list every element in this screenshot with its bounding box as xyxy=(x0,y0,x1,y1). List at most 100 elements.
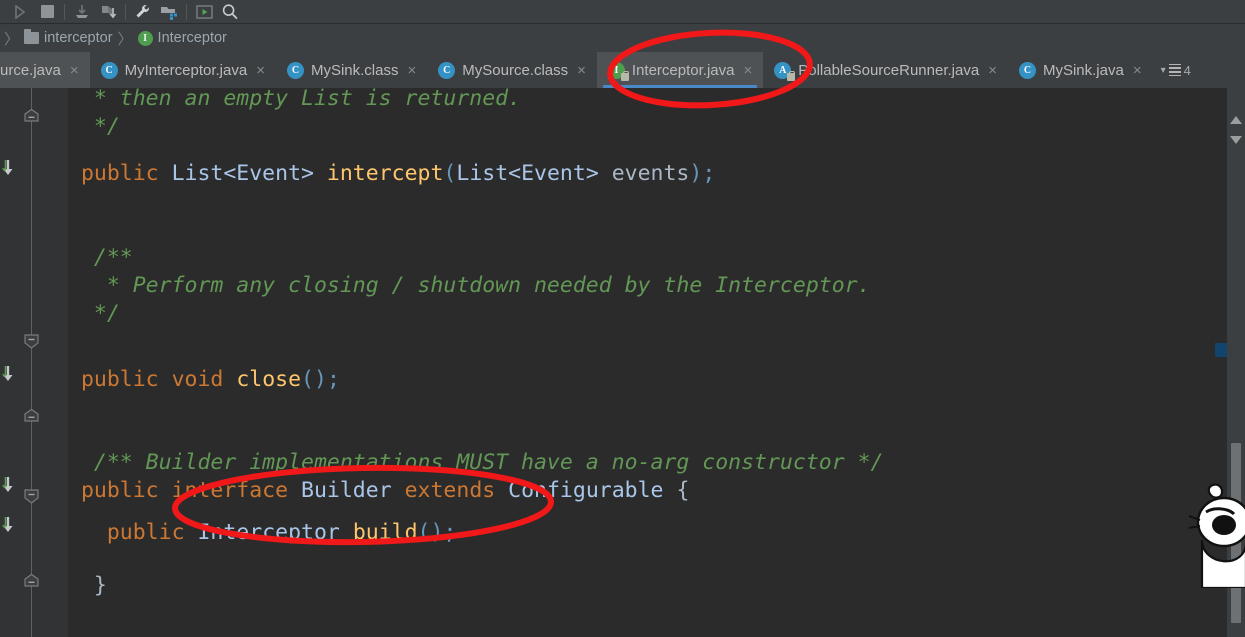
code-line: public interface Builder extends Configu… xyxy=(68,477,689,505)
stop-icon[interactable] xyxy=(34,1,60,23)
scroll-down-arrow-icon[interactable] xyxy=(1230,136,1242,144)
code-token: */ xyxy=(68,114,120,139)
tab-overflow-count: 4 xyxy=(1183,62,1191,78)
code-token: ) xyxy=(430,520,444,545)
code-token: List<Event> xyxy=(456,161,599,186)
breadcrumb-item-interceptor-type[interactable]: I Interceptor xyxy=(135,30,230,46)
tab-pollablesourcerunner-java[interactable]: A PollableSourceRunner.java × xyxy=(763,52,1008,88)
tab-close-icon[interactable]: × xyxy=(408,63,417,78)
tab-label: urce.java xyxy=(0,61,61,79)
code-token: intercept xyxy=(326,161,444,186)
fold-rail-line xyxy=(31,88,32,637)
code-token: Builder xyxy=(301,478,392,503)
breadcrumb-item-interceptor-package[interactable]: interceptor xyxy=(21,29,116,46)
code-token: ) xyxy=(689,161,703,186)
implemented-method-icon[interactable] xyxy=(0,158,18,178)
tab-mysink-class[interactable]: C MySink.class × xyxy=(276,52,427,88)
project-structure-icon[interactable] xyxy=(156,1,182,23)
implemented-method-icon[interactable] xyxy=(0,475,18,495)
fold-gutter xyxy=(22,88,68,637)
code-line: /** Builder implementations MUST have a … xyxy=(68,449,884,477)
toolbar-divider-2 xyxy=(125,3,126,20)
code-line: /** xyxy=(68,244,133,272)
code-token: ; xyxy=(326,367,340,392)
scroll-up-arrow-icon[interactable] xyxy=(1230,116,1242,124)
code-token: /** xyxy=(68,245,133,270)
implemented-method-icon[interactable] xyxy=(0,515,18,535)
commit-icon[interactable] xyxy=(95,1,121,23)
fold-marker-collapse[interactable] xyxy=(22,333,41,352)
tab-mysink-java[interactable]: C MySink.java × xyxy=(1008,52,1153,88)
code-token: /** Builder implementations MUST have a … xyxy=(68,450,884,475)
tab-close-icon[interactable]: × xyxy=(577,63,586,78)
class-icon: C xyxy=(438,61,456,79)
tab-interceptor-java[interactable]: I Interceptor.java × xyxy=(596,52,764,88)
editor-tab-bar: urce.java × C MyInterceptor.java × C MyS… xyxy=(0,52,1245,88)
tab-myinterceptor-java[interactable]: C MyInterceptor.java × xyxy=(90,52,276,88)
code-line: } xyxy=(68,572,107,600)
breadcrumb-separator-1: 〉 xyxy=(117,30,133,48)
code-line: public List<Event> intercept(List<Event>… xyxy=(68,160,715,188)
abstract-class-icon: A xyxy=(774,61,796,81)
error-stripe-mark[interactable] xyxy=(1215,343,1227,357)
code-token: Interceptor xyxy=(197,520,340,545)
code-token: public xyxy=(106,520,185,545)
run-debug-icon[interactable] xyxy=(8,1,34,23)
code-line: * Perform any closing / shutdown needed … xyxy=(68,272,871,300)
fold-marker-collapse[interactable] xyxy=(22,408,41,427)
settings-wrench-icon[interactable] xyxy=(130,1,156,23)
code-token: * then an empty List is returned. xyxy=(68,88,522,111)
code-token: extends xyxy=(404,478,496,503)
code-token: ( xyxy=(301,367,314,392)
tab-overflow-dropdown[interactable]: ▾ 4 xyxy=(1153,52,1199,88)
tab-close-icon[interactable]: × xyxy=(743,63,752,78)
code-line: public Interceptor build(); xyxy=(68,519,457,547)
code-token: List<Event> xyxy=(171,161,314,186)
code-editor[interactable]: * then an empty List is returned. */ pub… xyxy=(0,88,1245,637)
tab-close-icon[interactable]: × xyxy=(256,63,265,78)
code-token: ( xyxy=(417,520,431,545)
code-line: */ xyxy=(68,300,120,328)
tab-close-icon[interactable]: × xyxy=(988,63,997,78)
fold-marker-collapse[interactable] xyxy=(22,573,41,592)
tab-mysource-java-truncated[interactable]: urce.java × xyxy=(0,52,90,88)
chevron-down-icon: ▾ xyxy=(1160,64,1166,76)
code-line: public void close(); xyxy=(68,366,340,394)
run-icon[interactable] xyxy=(191,1,217,23)
code-text-area[interactable]: * then an empty List is returned. */ pub… xyxy=(68,88,1215,637)
update-project-icon[interactable] xyxy=(69,1,95,23)
lock-icon xyxy=(787,70,796,81)
tab-label: MySink.java xyxy=(1042,61,1124,79)
tab-close-icon[interactable]: × xyxy=(70,63,79,78)
search-icon[interactable] xyxy=(217,1,243,23)
cartoon-mascot-overlay xyxy=(1188,483,1245,588)
code-token: Configurable xyxy=(508,478,664,503)
fold-marker-collapse[interactable] xyxy=(22,108,41,127)
breadcrumb-separator-0: 〉 xyxy=(4,30,20,48)
tab-close-icon[interactable]: × xyxy=(1133,63,1142,78)
code-token: ; xyxy=(443,520,457,545)
class-icon: C xyxy=(286,61,304,79)
breadcrumb: 〉 interceptor 〉 I Interceptor xyxy=(0,24,1245,52)
code-token: interface xyxy=(171,478,289,503)
interface-icon: I xyxy=(137,30,153,46)
code-token: * Perform any closing / shutdown needed … xyxy=(68,273,871,298)
tab-mysource-class[interactable]: C MySource.class × xyxy=(427,52,597,88)
implemented-method-icon[interactable] xyxy=(0,364,18,384)
tab-label: MySink.class xyxy=(310,61,399,79)
code-line: */ xyxy=(68,113,120,141)
fold-marker-collapse[interactable] xyxy=(22,488,41,507)
code-token: */ xyxy=(68,301,120,326)
code-token: { xyxy=(663,478,690,503)
code-token: events xyxy=(598,161,690,186)
tab-label: MyInterceptor.java xyxy=(124,61,248,79)
